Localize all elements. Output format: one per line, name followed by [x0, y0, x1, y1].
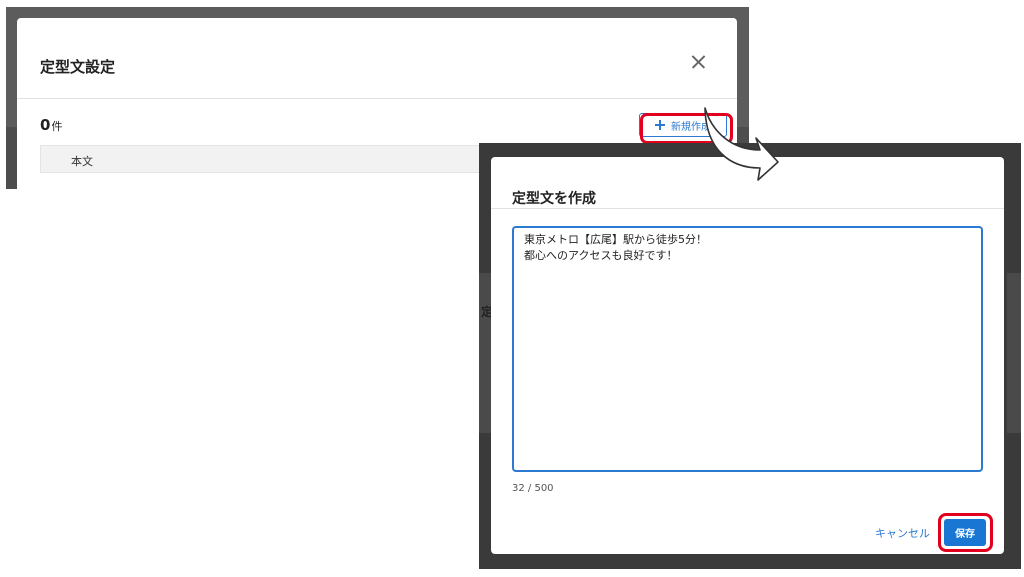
create-template-dialog: 定型文を作成 東京メトロ【広尾】駅から徒歩5分！ 都心へのアクセスも良好です！ …	[491, 157, 1004, 554]
dialog-title: 定型文を作成	[512, 191, 596, 207]
background-page-right	[1007, 273, 1021, 433]
arrow-icon	[704, 107, 779, 181]
item-count: 0件	[40, 116, 62, 134]
char-counter: 32 / 500	[512, 483, 554, 494]
template-body-textarea[interactable]: 東京メトロ【広尾】駅から徒歩5分！ 都心へのアクセスも良好です！	[512, 226, 983, 472]
divider	[17, 98, 737, 99]
dialog-title: 定型文設定	[40, 58, 116, 76]
cancel-button[interactable]: キャンセル	[875, 525, 930, 541]
column-header-body: 本文	[71, 155, 93, 168]
create-screenshot: 定 定型文を作成 東京メトロ【広尾】駅から徒歩5分！ 都心へのアクセスも良好です…	[479, 143, 1021, 569]
divider	[491, 208, 1004, 209]
highlight-save-button	[938, 513, 993, 552]
count-value: 0	[40, 116, 51, 134]
count-unit: 件	[51, 120, 63, 133]
close-icon[interactable]	[688, 51, 710, 73]
